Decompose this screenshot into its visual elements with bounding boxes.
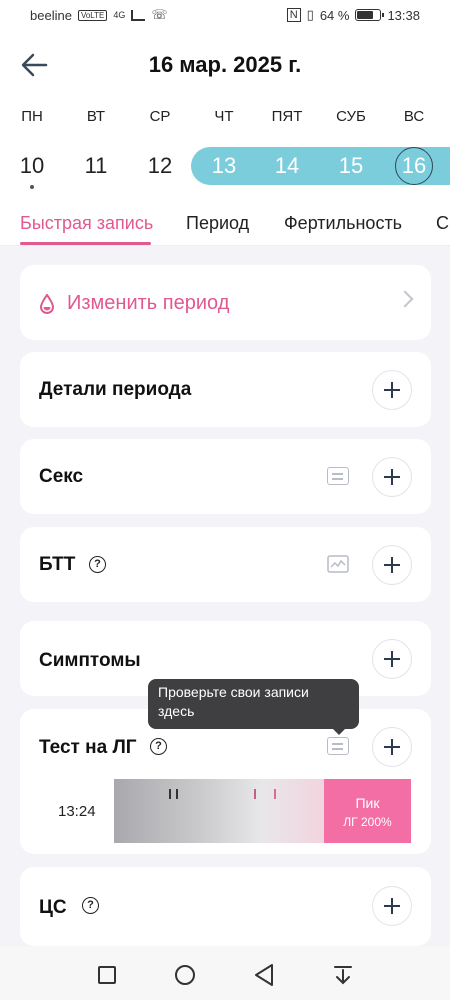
tab-0[interactable]: Быстрая запись [20, 213, 153, 234]
date-cell-13[interactable]: 13 [199, 153, 249, 189]
drop-icon [39, 293, 55, 314]
notes-icon[interactable] [327, 737, 349, 755]
vibrate-icon: ▯ [306, 7, 314, 22]
weekday-label: ЧТ [214, 108, 234, 125]
btt-title: БТТ [39, 554, 76, 575]
strip-mark [274, 789, 276, 799]
home-icon[interactable] [175, 965, 195, 985]
entry-dot [412, 185, 416, 189]
symptoms-title: Симптомы [39, 650, 141, 671]
lh-peak-badge[interactable]: Пик ЛГ 200% [324, 779, 411, 843]
period-details-card: Детали периода [20, 352, 431, 427]
date-cell-11[interactable]: 11 [71, 153, 121, 179]
battery-icon [355, 9, 385, 21]
status-right: N ▯ 64 % 13:38 [286, 7, 420, 23]
date-cell-14[interactable]: 14 [262, 153, 312, 189]
cs-title: ЦС [39, 897, 67, 918]
change-period-row: Изменить период [39, 292, 229, 315]
change-period-label: Изменить период [67, 292, 230, 314]
signal-icon [131, 9, 146, 21]
add-btt-button[interactable] [372, 545, 412, 585]
add-sex-button[interactable] [372, 457, 412, 497]
lh-test-strip-photo[interactable] [114, 779, 324, 843]
volte-badge: VoLTE [77, 9, 108, 21]
entry-dot [222, 185, 226, 189]
tab-2[interactable]: Фертильность [284, 213, 402, 234]
help-icon[interactable]: ? [89, 556, 106, 573]
date-cell-10[interactable]: 10 [7, 153, 57, 189]
add-period-details-button[interactable] [372, 370, 412, 410]
selected-date-ring [395, 147, 433, 185]
notes-icon[interactable] [327, 467, 349, 485]
add-cs-button[interactable] [372, 886, 412, 926]
change-period-card[interactable]: Изменить период [20, 265, 431, 340]
tooltip: Проверьте свои записи здесь [148, 679, 359, 729]
period-details-title: Детали периода [39, 379, 192, 400]
entry-dot [30, 185, 34, 189]
notifications-pull-icon[interactable] [332, 964, 354, 986]
weekday-row: ПН ВТ СР ЧТ ПЯТ СУБ ВС [0, 108, 450, 130]
tab-3[interactable]: Сп [436, 213, 450, 234]
strip-mark [254, 789, 256, 799]
help-icon[interactable]: ? [82, 897, 99, 914]
lh-result-label: Пик [355, 795, 380, 811]
date-number: 13 [211, 153, 237, 178]
carrier-label: beeline [30, 7, 72, 23]
battery-percent: 64 % [319, 7, 350, 23]
add-symptoms-button[interactable] [372, 639, 412, 679]
weekday-label: ПЯТ [271, 108, 303, 125]
nfc-icon: N [286, 8, 301, 22]
lh-entry-time: 13:24 [58, 803, 96, 820]
network-type: 4G [113, 10, 126, 20]
lh-test-title: Тест на ЛГ [39, 737, 137, 758]
date-row: 10 11 12 13 14 15 16 [0, 145, 450, 189]
battery-level [357, 11, 373, 19]
nav-back-icon[interactable] [253, 963, 275, 987]
status-bar: beeline VoLTE 4G ☏ N ▯ 64 % 13:38 [0, 0, 450, 30]
strip-test-line [176, 789, 178, 799]
date-cell-12[interactable]: 12 [135, 153, 185, 179]
date-number: 12 [147, 153, 173, 178]
content-area: Изменить период Детали периода Секс БТТ … [0, 246, 450, 946]
system-nav-bar [0, 946, 450, 1000]
tab-active-underline [20, 242, 151, 245]
page-title: 16 мар. 2025 г. [148, 52, 302, 77]
whatsapp-icon: ☏ [151, 7, 168, 22]
date-number: 10 [19, 153, 45, 178]
entry-dot [349, 185, 353, 189]
date-number: 15 [338, 153, 364, 178]
tab-1[interactable]: Период [186, 213, 249, 234]
cs-card: ЦС ? [20, 867, 431, 946]
clock: 13:38 [387, 7, 420, 23]
weekday-label: ВС [403, 108, 425, 125]
date-cell-15[interactable]: 15 [326, 153, 376, 189]
weekday-label: СР [149, 108, 171, 125]
tab-bar: Быстрая запись Период Фертильность Сп [0, 200, 450, 246]
entry-dot [285, 185, 289, 189]
weekday-label: ВТ [86, 108, 106, 125]
add-lh-test-button[interactable] [372, 727, 412, 767]
weekday-label: ПН [21, 108, 43, 125]
btt-card: БТТ ? [20, 527, 431, 602]
weekday-label: СУБ [336, 108, 366, 125]
tooltip-arrow [332, 728, 346, 735]
chart-icon[interactable] [327, 555, 349, 573]
sex-card: Секс [20, 439, 431, 514]
chevron-right-icon [396, 290, 414, 308]
recent-apps-icon[interactable] [98, 966, 116, 984]
header: 16 мар. 2025 г. [0, 30, 450, 100]
sex-title: Секс [39, 466, 84, 487]
date-number: 11 [84, 153, 108, 178]
status-left: beeline VoLTE 4G ☏ [30, 7, 168, 23]
lh-result-value: ЛГ 200% [343, 815, 392, 829]
help-icon[interactable]: ? [150, 738, 167, 755]
strip-control-line [169, 789, 171, 799]
lh-test-card: Тест на ЛГ ? 13:24 Пик ЛГ 200% [20, 709, 431, 854]
date-number: 14 [274, 153, 300, 178]
